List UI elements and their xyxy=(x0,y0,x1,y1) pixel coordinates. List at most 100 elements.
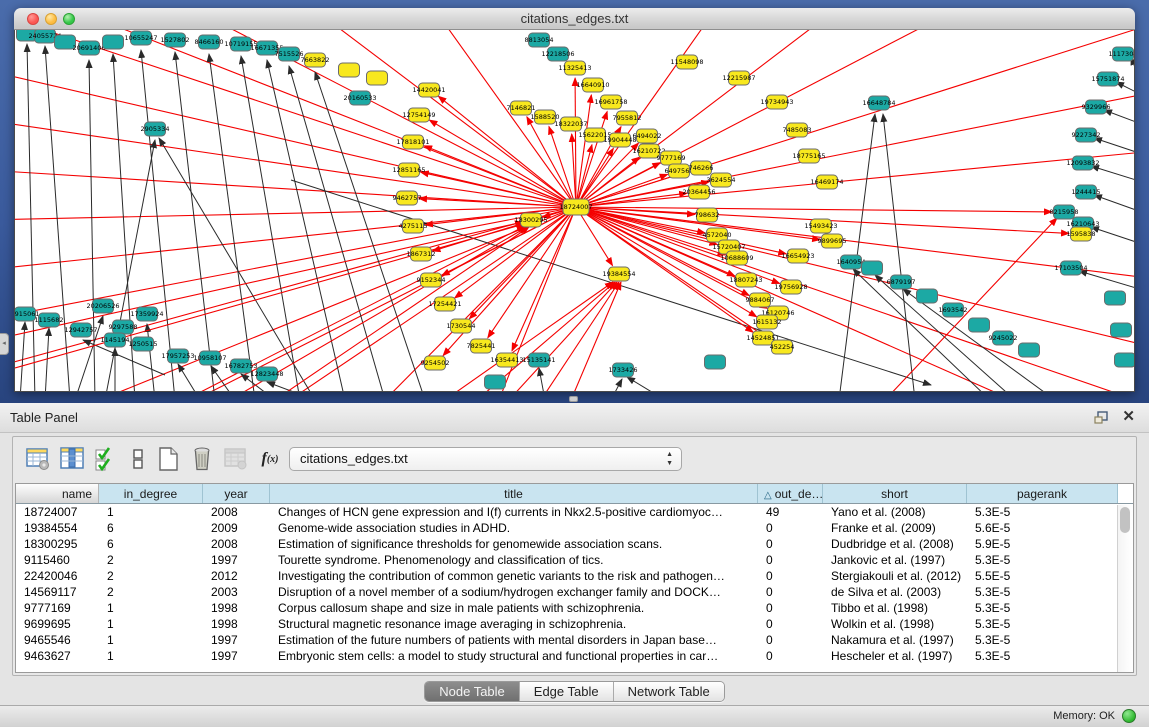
table-cell[interactable]: 1 xyxy=(99,632,203,648)
table-cell[interactable]: Wolkin et al. (1998) xyxy=(823,616,967,632)
table-cell[interactable]: 0 xyxy=(758,520,823,536)
table-cell[interactable]: 18300295 xyxy=(16,536,99,552)
close-panel-icon[interactable]: ✕ xyxy=(1122,408,1135,426)
table-cell[interactable]: 0 xyxy=(758,536,823,552)
table-settings-icon[interactable] xyxy=(23,444,53,474)
graph-edge[interactable] xyxy=(267,60,345,392)
table-cell[interactable]: Dudbridge et al. (2008) xyxy=(823,536,967,552)
graph-node[interactable]: 9152344 xyxy=(417,273,446,287)
graph-node[interactable] xyxy=(705,355,726,369)
table-cell[interactable]: 5.3E-5 xyxy=(967,632,1118,648)
graph-node[interactable]: 20691406 xyxy=(72,41,105,55)
table-cell[interactable]: 1997 xyxy=(203,648,270,664)
graph-node[interactable]: 15135141 xyxy=(522,353,555,367)
table-row[interactable]: 946554611997Estimation of the future num… xyxy=(16,632,1133,648)
table-cell[interactable]: 2008 xyxy=(203,504,270,520)
table-row[interactable]: 1830029562008Estimation of significance … xyxy=(16,536,1133,552)
table-row[interactable]: 977716911998Corpus callosum shape and si… xyxy=(16,600,1133,616)
table-cell[interactable]: 1 xyxy=(99,648,203,664)
column-header-out_de[interactable]: △out_de… xyxy=(758,484,823,503)
graph-edge[interactable] xyxy=(509,282,617,392)
graph-node[interactable]: 10655247 xyxy=(124,31,157,45)
graph-edge[interactable] xyxy=(241,56,300,392)
graph-node[interactable] xyxy=(339,63,360,77)
table-cell[interactable]: Nakamura et al. (1997) xyxy=(823,632,967,648)
graph-node[interactable]: 746266 xyxy=(689,161,714,175)
table-cell[interactable]: Tourette syndrome. Phenomenology and cla… xyxy=(270,552,758,568)
column-header-short[interactable]: short xyxy=(823,484,967,503)
graph-node[interactable]: 9462757 xyxy=(393,191,422,205)
table-cell[interactable]: 19384554 xyxy=(16,520,99,536)
graph-node[interactable]: 15493423 xyxy=(804,219,837,233)
graph-edge[interactable] xyxy=(1104,110,1135,122)
graph-node[interactable]: 14420041 xyxy=(412,83,445,97)
table-cell[interactable]: 1998 xyxy=(203,600,270,616)
table-cell[interactable]: 0 xyxy=(758,568,823,584)
graph-node[interactable] xyxy=(969,318,990,332)
graph-node[interactable] xyxy=(1115,353,1136,367)
graph-node[interactable]: 7663822 xyxy=(301,53,330,67)
graph-edge[interactable] xyxy=(1079,271,1135,288)
graph-node[interactable]: 19756928 xyxy=(774,280,807,294)
table-row[interactable]: 2242004622012Investigating the contribut… xyxy=(16,568,1133,584)
graph-node[interactable]: 1693542 xyxy=(939,303,968,317)
graph-node[interactable]: 7485083 xyxy=(783,123,812,137)
graph-edge[interactable] xyxy=(576,193,687,207)
graph-edge[interactable] xyxy=(576,207,1135,392)
table-cell[interactable]: 1997 xyxy=(203,632,270,648)
graph-node[interactable]: 7825441 xyxy=(467,339,496,353)
table-cell[interactable]: 0 xyxy=(758,648,823,664)
graph-node[interactable]: 17103504 xyxy=(1054,261,1087,275)
table-cell[interactable]: Embryonic stem cells: a model to study s… xyxy=(270,648,758,664)
table-cell[interactable]: 0 xyxy=(758,552,823,568)
graph-node[interactable]: 1527802 xyxy=(161,33,190,47)
graph-node[interactable]: 12093832 xyxy=(1066,156,1099,170)
graph-node[interactable]: 9899695 xyxy=(818,234,847,248)
column-header-name[interactable]: name xyxy=(16,484,99,503)
graph-node[interactable]: 1867312 xyxy=(407,247,436,261)
table-cell[interactable]: 2 xyxy=(99,568,203,584)
graph-node[interactable]: 16654923 xyxy=(781,249,814,263)
graph-edge[interactable] xyxy=(576,148,613,207)
graph-node[interactable]: 1730544 xyxy=(447,319,476,333)
new-table-icon[interactable] xyxy=(153,444,183,474)
table-cell[interactable]: 1 xyxy=(99,616,203,632)
table-cell[interactable]: Investigating the contribution of common… xyxy=(270,568,758,584)
graph-node[interactable]: 9884067 xyxy=(746,293,775,307)
graph-node[interactable]: 17254421 xyxy=(428,297,461,311)
table-row[interactable]: 1872400712008Changes of HCN gene express… xyxy=(16,504,1133,520)
table-cell[interactable]: 1997 xyxy=(203,552,270,568)
table-cell[interactable]: 9463627 xyxy=(16,648,99,664)
graph-node[interactable]: 16648784 xyxy=(862,96,895,110)
float-panel-icon[interactable] xyxy=(1093,410,1109,426)
graph-node[interactable]: 9777169 xyxy=(657,151,686,165)
table-cell[interactable]: 5.3E-5 xyxy=(967,584,1118,600)
graph-node[interactable]: 12215987 xyxy=(722,71,755,85)
graph-node[interactable]: 19384554 xyxy=(602,267,635,281)
table-cell[interactable]: 2 xyxy=(99,552,203,568)
tab-network-table[interactable]: Network Table xyxy=(614,682,724,701)
column-header-in_degree[interactable]: in_degree xyxy=(99,484,203,503)
graph-node[interactable]: 7515526 xyxy=(275,47,304,61)
graph-node[interactable]: 16640910 xyxy=(576,78,609,92)
table-cell[interactable]: Stergiakouli et al. (2012) xyxy=(823,568,967,584)
graph-edge[interactable] xyxy=(1094,195,1135,210)
graph-node[interactable]: 9227342 xyxy=(1072,128,1101,142)
table-cell[interactable]: 14569117 xyxy=(16,584,99,600)
graph-node[interactable]: 17359924 xyxy=(130,307,163,321)
table-cell[interactable]: 5.3E-5 xyxy=(967,600,1118,616)
graph-node[interactable]: 1733426 xyxy=(609,363,638,377)
table-cell[interactable]: 0 xyxy=(758,584,823,600)
graph-node[interactable]: 17957253 xyxy=(161,349,194,363)
graph-node[interactable]: 4275115 xyxy=(399,219,428,233)
graph-edge[interactable] xyxy=(839,114,875,392)
graph-node[interactable]: 9245022 xyxy=(989,331,1018,345)
table-cell[interactable]: 5.3E-5 xyxy=(967,552,1118,568)
graph-node[interactable]: 20206526 xyxy=(86,299,119,313)
graph-node[interactable]: 9297588 xyxy=(109,320,138,334)
table-cell[interactable]: Disruption of a novel member of a sodium… xyxy=(270,584,758,600)
memory-status-indicator[interactable] xyxy=(1122,709,1136,723)
graph-edge[interactable] xyxy=(1091,227,1135,242)
graph-node[interactable]: 1595838 xyxy=(1067,227,1096,241)
graph-node[interactable]: 1115682 xyxy=(35,313,64,327)
